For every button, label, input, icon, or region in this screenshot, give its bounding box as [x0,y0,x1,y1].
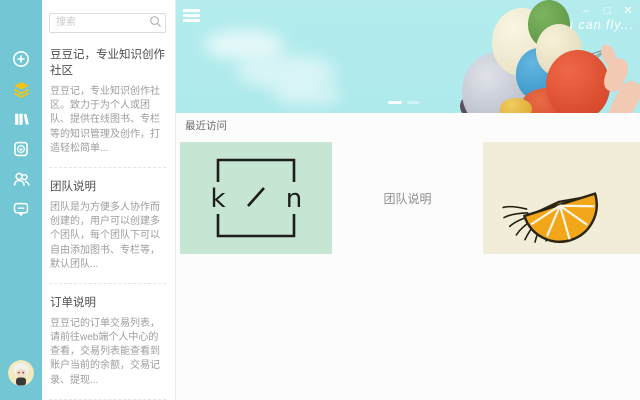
doc-title: 豆豆记，专业知识创作社区 [50,46,165,78]
search-box [49,12,166,32]
window-controls: – □ ✕ [580,4,634,18]
menu-icon[interactable] [183,9,201,24]
recent-tile-kn-book[interactable]: k n [180,142,332,254]
doc-title: 团队说明 [50,178,165,194]
balloon-yellow [500,98,532,113]
doc-summary: 豆豆记，专业知识创作社区。致力于为个人或团队、提供在线图书、专栏等的知识管理及创… [50,85,165,156]
doc-summary: 豆豆记的订单交易列表，请前往web端个人中心的查看，交易列表能查看到账户当前的余… [50,317,165,388]
recent-tile-orange-book[interactable] [483,142,640,254]
doc-list-panel: 豆豆记，专业知识创作社区 豆豆记，专业知识创作社区。致力于为个人或团队、提供在线… [42,0,176,400]
sidebar-item-layers[interactable] [8,76,34,102]
avatar-image [8,360,34,386]
sidebar-item-feedback[interactable] [8,196,34,222]
users-icon [12,170,31,189]
doc-list-item[interactable]: 订单说明 豆豆记的订单交易列表，请前往web端个人中心的查看，交易列表能查看到账… [49,284,166,400]
orange-slice-logo [497,148,627,248]
doc-list-item[interactable]: 团队说明 团队是为方便多人协作而创建的，用户可以创建多个团队，每个团队下可以自由… [49,168,166,284]
doc-list-item[interactable]: 豆豆记，专业知识创作社区 豆豆记，专业知识创作社区。致力于为个人或团队、提供在线… [49,36,166,168]
banner-caption: i can fly... [570,18,634,32]
plus-circle-icon [12,50,30,68]
close-button[interactable]: ✕ [622,4,634,18]
sidebar-item-books[interactable] [8,106,34,132]
notebook-icon [12,140,30,158]
doc-summary: 团队是为方便多人协作而创建的，用户可以创建多个团队，每个团队下可以自由添加图书、… [50,201,165,272]
svg-text:k: k [210,184,225,214]
sidebar-item-notebook[interactable] [8,136,34,162]
layers-icon [12,80,31,99]
books-icon [12,110,30,128]
app-sidebar [0,0,42,400]
sidebar-item-team[interactable] [8,166,34,192]
carousel-dot-active[interactable] [388,101,402,104]
carousel-indicators [388,101,419,104]
tile-title: 团队说明 [383,190,431,207]
recent-tiles: k n 团队说明 [180,142,640,254]
doc-title: 订单说明 [50,294,165,310]
carousel-dot[interactable] [407,101,419,104]
user-avatar[interactable] [8,360,34,386]
chat-icon [12,200,30,218]
sidebar-item-add[interactable] [8,46,34,72]
recent-tile-team-doc[interactable]: 团队说明 [332,142,483,254]
svg-text:n: n [286,184,302,214]
minimize-button[interactable]: – [580,4,592,18]
section-title-recent: 最近访问 [185,118,227,133]
search-icon [149,15,162,28]
maximize-button[interactable]: □ [601,4,613,18]
main-content: – □ ✕ i can fly... 最近访问 k n 团队说明 [176,0,640,400]
k-slash-n-logo: k n [196,152,316,244]
banner-carousel: – □ ✕ i can fly... [176,0,640,113]
balloon-red [546,50,610,113]
